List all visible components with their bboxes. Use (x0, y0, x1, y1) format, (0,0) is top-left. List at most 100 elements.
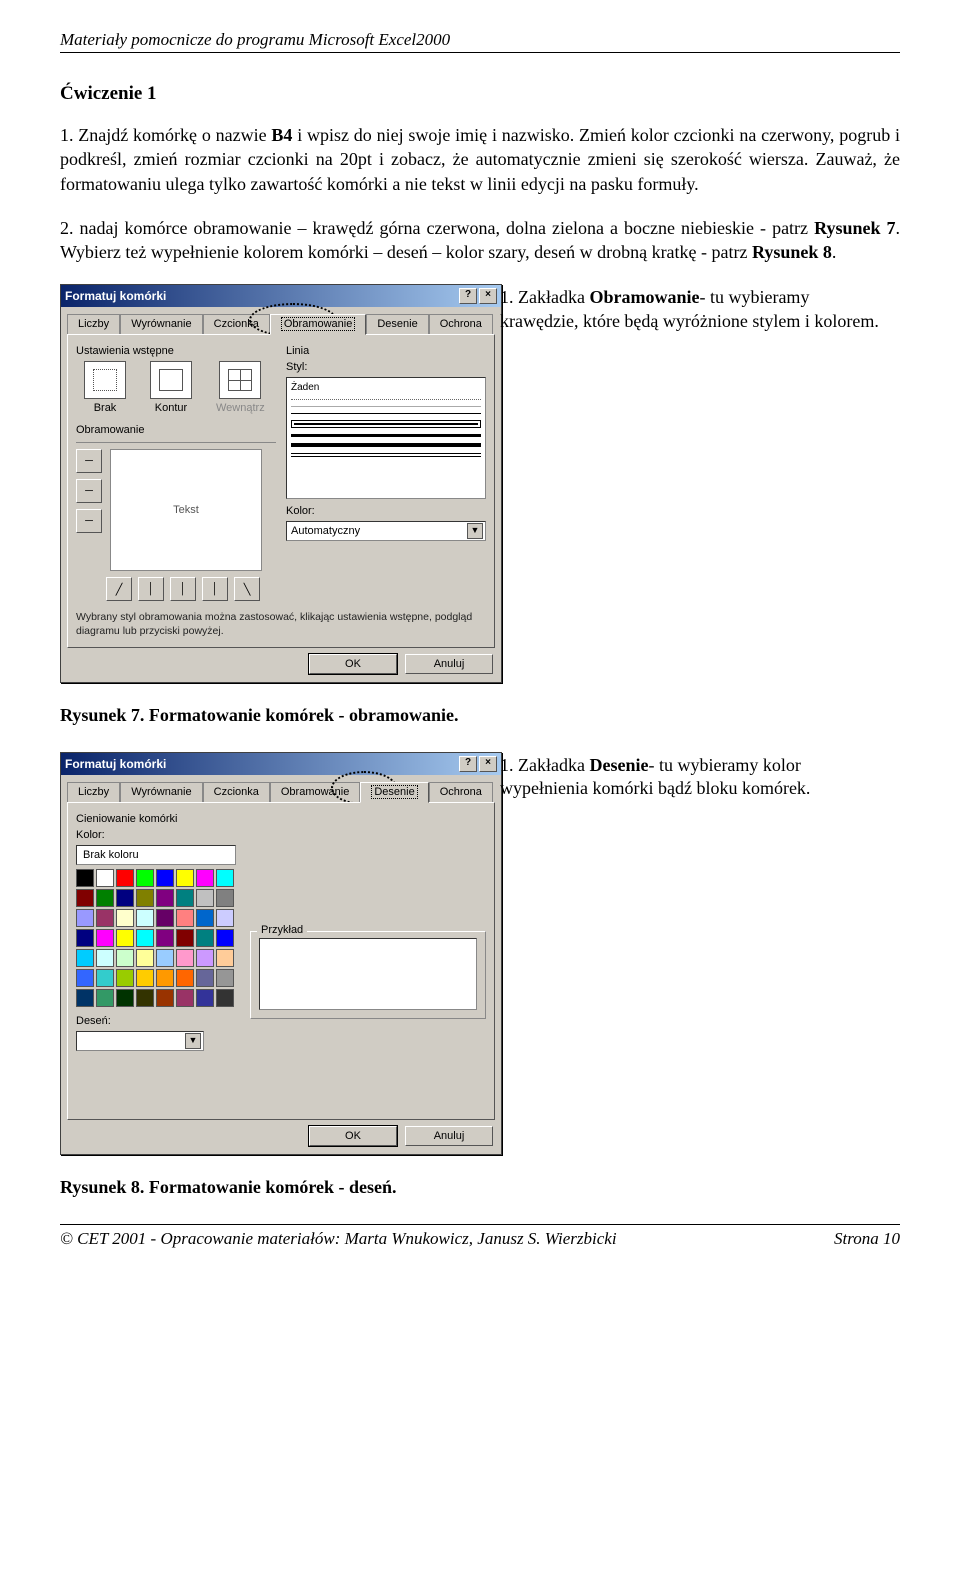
preset-none[interactable]: Brak (84, 361, 126, 414)
color-swatch[interactable] (216, 969, 234, 987)
color-swatch[interactable] (76, 969, 94, 987)
color-swatch[interactable] (116, 869, 134, 887)
tab-desenie[interactable]: Desenie (366, 314, 428, 335)
color-swatch[interactable] (116, 969, 134, 987)
color-swatch[interactable] (156, 949, 174, 967)
color-swatch[interactable] (136, 929, 154, 947)
color-swatch[interactable] (176, 929, 194, 947)
color-swatch[interactable] (196, 889, 214, 907)
border-right-btn[interactable]: │ (202, 577, 228, 601)
color-swatch[interactable] (136, 909, 154, 927)
color-swatch[interactable] (216, 929, 234, 947)
border-top-btn[interactable]: ─ (76, 449, 102, 473)
preset-outline[interactable]: Kontur (150, 361, 192, 414)
ok-button-2[interactable]: OK (309, 1126, 397, 1146)
border-preview[interactable]: Tekst (110, 449, 262, 571)
color-swatch[interactable] (196, 909, 214, 927)
tab-wyrownanie[interactable]: Wyrównanie (120, 314, 202, 335)
color-swatch[interactable] (156, 909, 174, 927)
tab2-ochrona[interactable]: Ochrona (429, 782, 493, 803)
style-dotted[interactable] (291, 399, 481, 400)
color-swatch[interactable] (96, 949, 114, 967)
style-thick[interactable] (291, 434, 481, 437)
tab2-desenie[interactable]: Desenie (360, 782, 428, 803)
tab2-obramowanie[interactable]: Obramowanie (270, 782, 360, 803)
color-swatch[interactable] (116, 989, 134, 1007)
cancel-button-2[interactable]: Anuluj (405, 1126, 493, 1146)
color-swatch[interactable] (136, 889, 154, 907)
border-bot-btn[interactable]: ─ (76, 509, 102, 533)
color-swatch[interactable] (136, 989, 154, 1007)
border-diag2-btn[interactable]: ╲ (234, 577, 260, 601)
color-swatch[interactable] (76, 989, 94, 1007)
preset-inside[interactable]: Wewnątrz (216, 361, 265, 414)
style-selected[interactable] (291, 420, 481, 428)
border-vmid-btn[interactable]: │ (170, 577, 196, 601)
tab-ochrona[interactable]: Ochrona (429, 314, 493, 335)
color-swatch[interactable] (76, 929, 94, 947)
color-swatch[interactable] (156, 989, 174, 1007)
color-swatch[interactable] (96, 909, 114, 927)
color-swatch[interactable] (196, 869, 214, 887)
tab-liczby[interactable]: Liczby (67, 314, 120, 335)
close-button[interactable]: × (479, 288, 497, 304)
color-swatch[interactable] (196, 929, 214, 947)
color-swatch[interactable] (96, 969, 114, 987)
color-swatch[interactable] (176, 869, 194, 887)
help-button-2[interactable]: ? (459, 756, 477, 772)
color-swatch[interactable] (96, 929, 114, 947)
tab2-czcionka[interactable]: Czcionka (203, 782, 270, 803)
color-swatch[interactable] (156, 889, 174, 907)
close-button-2[interactable]: × (479, 756, 497, 772)
pattern-combo[interactable]: ▼ (76, 1031, 204, 1051)
style-thin-gray[interactable] (291, 406, 481, 407)
color-swatch[interactable] (116, 909, 134, 927)
border-mid-btn[interactable]: ─ (76, 479, 102, 503)
ok-button[interactable]: OK (309, 654, 397, 674)
tab2-wyrownanie[interactable]: Wyrównanie (120, 782, 202, 803)
color-swatch[interactable] (196, 989, 214, 1007)
color-swatch[interactable] (96, 989, 114, 1007)
no-color-field[interactable]: Brak koloru (76, 845, 236, 865)
color-swatch[interactable] (136, 969, 154, 987)
border-diag1-btn[interactable]: ╱ (106, 577, 132, 601)
color-swatch[interactable] (116, 929, 134, 947)
color-palette[interactable] (76, 869, 236, 1007)
color-swatch[interactable] (156, 869, 174, 887)
color-swatch[interactable] (216, 869, 234, 887)
color-swatch[interactable] (136, 949, 154, 967)
color-swatch[interactable] (116, 889, 134, 907)
style-none[interactable]: Żaden (291, 382, 481, 393)
color-swatch[interactable] (176, 889, 194, 907)
color-swatch[interactable] (96, 869, 114, 887)
color-swatch[interactable] (76, 889, 94, 907)
color-swatch[interactable] (196, 969, 214, 987)
color-swatch[interactable] (176, 909, 194, 927)
color-swatch[interactable] (196, 949, 214, 967)
style-xthick[interactable] (291, 443, 481, 447)
color-swatch[interactable] (136, 869, 154, 887)
color-swatch[interactable] (216, 949, 234, 967)
color-swatch[interactable] (216, 909, 234, 927)
tab2-liczby[interactable]: Liczby (67, 782, 120, 803)
line-style-list[interactable]: Żaden (286, 377, 486, 499)
color-combo[interactable]: Automatyczny ▼ (286, 521, 486, 541)
color-swatch[interactable] (96, 889, 114, 907)
color-swatch[interactable] (176, 969, 194, 987)
cancel-button[interactable]: Anuluj (405, 654, 493, 674)
color-swatch[interactable] (116, 949, 134, 967)
style-double[interactable] (291, 453, 481, 457)
tab-czcionka[interactable]: Czcionka (203, 314, 270, 335)
color-swatch[interactable] (76, 909, 94, 927)
color-swatch[interactable] (76, 949, 94, 967)
color-swatch[interactable] (216, 989, 234, 1007)
help-button[interactable]: ? (459, 288, 477, 304)
color-swatch[interactable] (176, 989, 194, 1007)
color-swatch[interactable] (76, 869, 94, 887)
color-swatch[interactable] (176, 949, 194, 967)
color-swatch[interactable] (156, 969, 174, 987)
border-left-btn[interactable]: │ (138, 577, 164, 601)
style-thin[interactable] (291, 413, 481, 414)
color-swatch[interactable] (216, 889, 234, 907)
tab-obramowanie[interactable]: Obramowanie (270, 314, 366, 335)
